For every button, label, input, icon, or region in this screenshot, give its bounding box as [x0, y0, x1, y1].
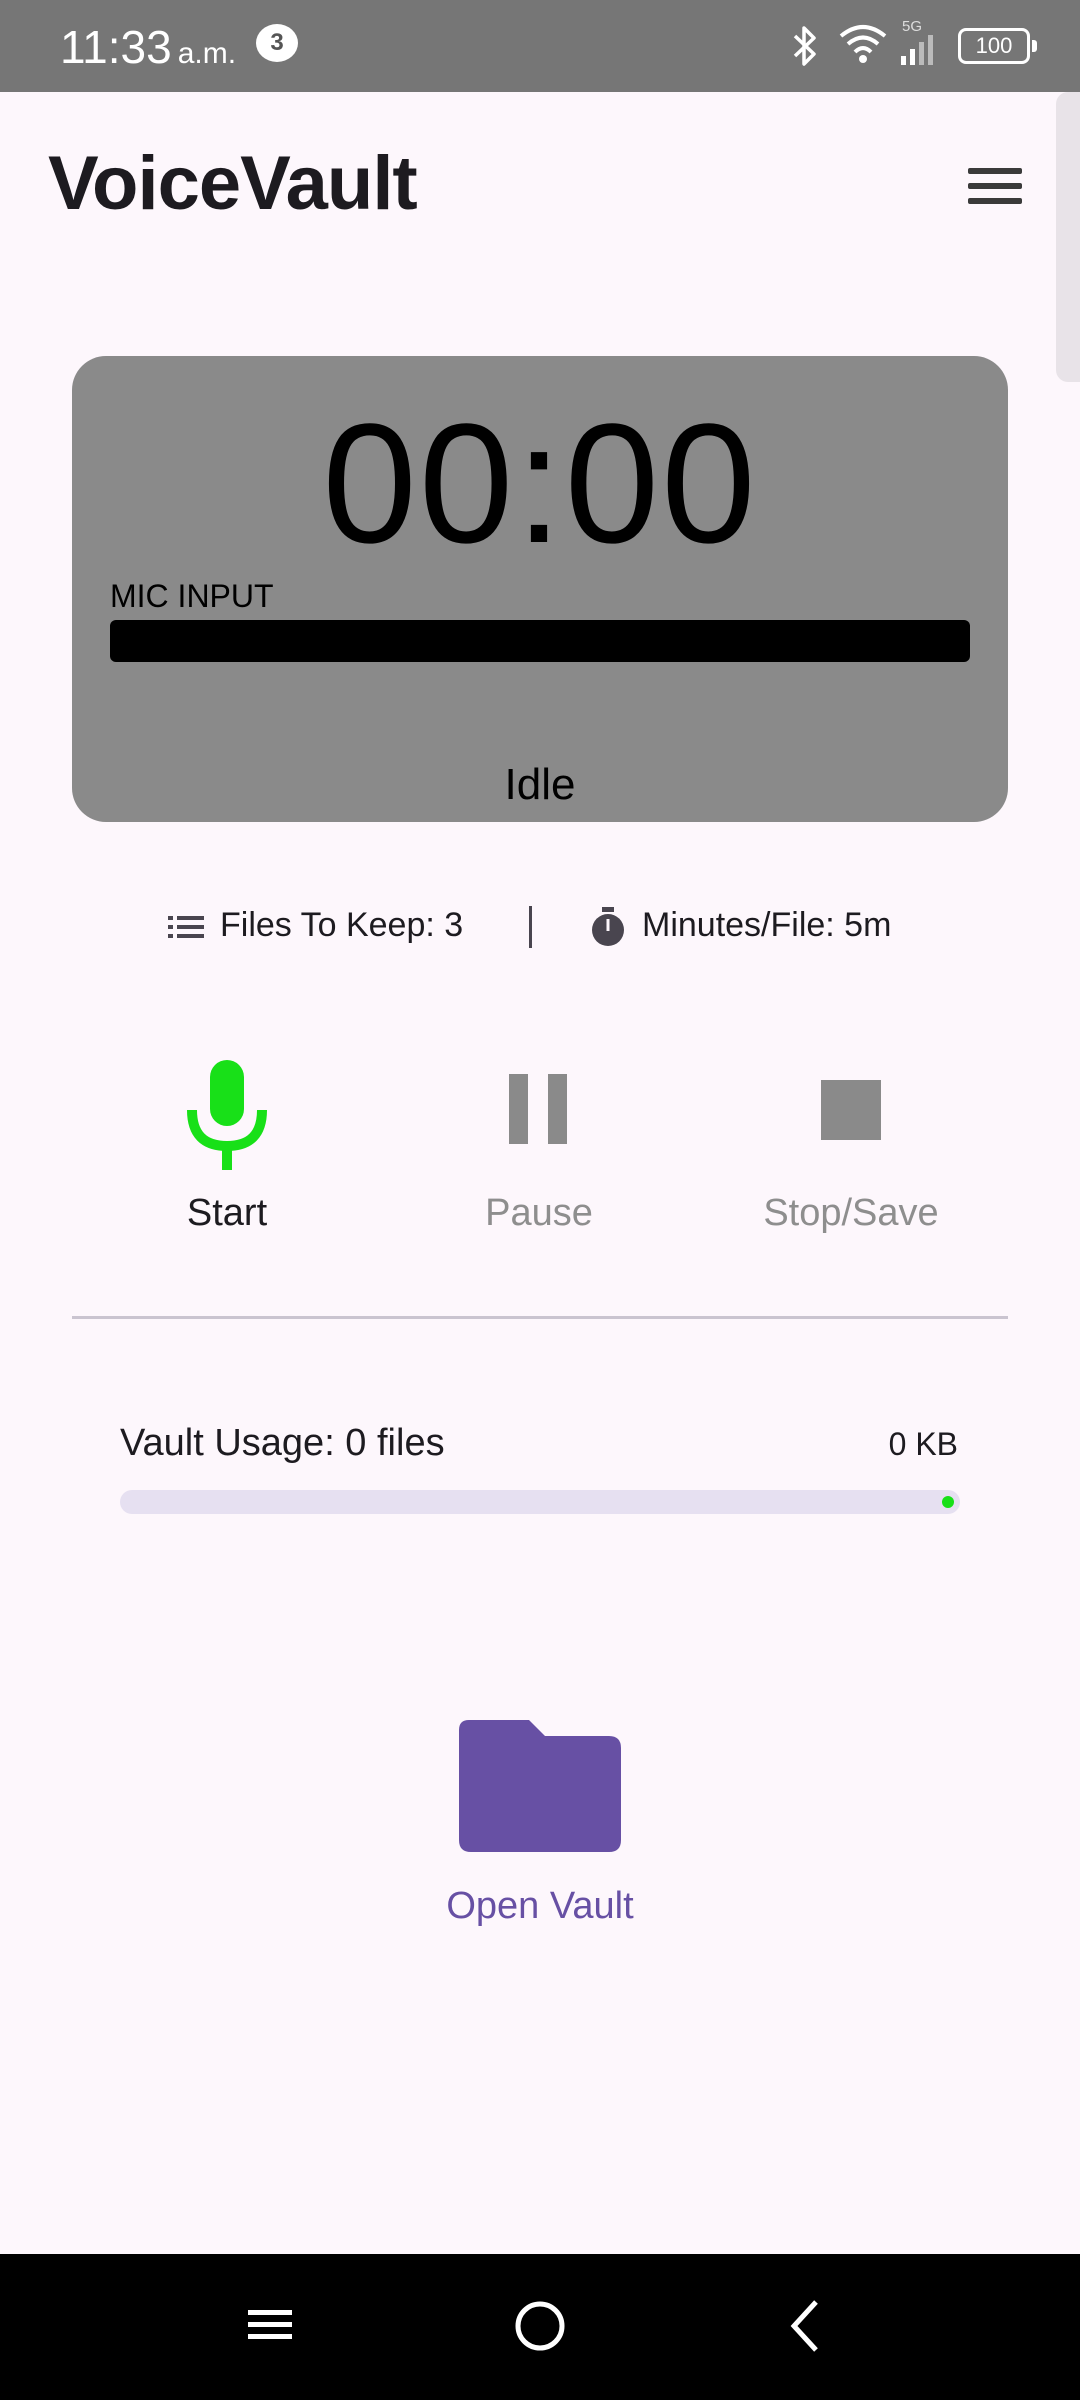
recording-status: Idle	[504, 760, 576, 809]
vault-usage-indicator	[942, 1496, 954, 1508]
system-nav-bar	[0, 2254, 1080, 2400]
pause-button[interactable]: Pause	[389, 1050, 689, 1250]
wifi-icon	[839, 25, 887, 63]
signal-icon	[901, 35, 933, 65]
mic-level-meter	[110, 620, 970, 662]
files-to-keep-label: Files To Keep: 3	[220, 906, 464, 944]
section-divider	[72, 1316, 1008, 1319]
files-to-keep-setting[interactable]: Files To Keep: 3	[168, 906, 463, 945]
stop-icon	[821, 1080, 881, 1140]
recent-apps-icon[interactable]	[244, 2298, 296, 2350]
back-icon[interactable]	[786, 2298, 826, 2354]
battery-icon: 100	[958, 28, 1037, 64]
recorder-card: 00:00 MIC INPUT Idle	[72, 356, 1008, 822]
minutes-per-file-label: Minutes/File: 5m	[642, 906, 892, 944]
vault-usage-bar	[120, 1490, 960, 1514]
app-title: VoiceVault	[48, 141, 418, 226]
stop-save-button[interactable]: Stop/Save	[701, 1050, 1001, 1250]
status-bar: 11:33 a.m. 3 5G 100	[0, 0, 1080, 92]
bluetooth-icon	[793, 26, 816, 66]
vault-usage-label: Vault Usage: 0 files	[120, 1422, 445, 1464]
status-time: 11:33 a.m.	[60, 20, 236, 74]
pause-icon	[509, 1074, 567, 1144]
app-screen: 11:33a.m. 3 5G 100 VoiceVault 00:00 MIC	[0, 0, 1080, 2400]
mic-input-label: MIC INPUT	[110, 578, 274, 614]
status-time-value: 11:33	[60, 21, 172, 73]
start-label: Start	[186, 1192, 268, 1234]
open-vault-button[interactable]: Open Vault	[390, 1720, 690, 1960]
list-icon	[168, 916, 204, 939]
minutes-per-file-setting[interactable]: Minutes/File: 5m	[590, 906, 891, 947]
status-ampm: a.m.	[177, 37, 237, 70]
microphone-icon	[187, 1060, 267, 1170]
vault-usage-size: 0 KB	[888, 1426, 958, 1462]
network-type: 5G	[902, 18, 923, 35]
pause-label: Pause	[485, 1192, 593, 1234]
hamburger-menu-icon[interactable]	[960, 160, 1030, 212]
scrollbar-thumb[interactable]	[1056, 92, 1080, 382]
home-icon[interactable]	[512, 2298, 568, 2354]
settings-separator	[529, 906, 532, 948]
open-vault-label: Open Vault	[446, 1885, 634, 1927]
notification-badge: 3	[256, 24, 298, 62]
start-button[interactable]: Start	[77, 1050, 377, 1250]
recording-timer: 00:00	[322, 389, 758, 579]
settings-row: Files To Keep: 3 Minutes/File: 5m	[0, 900, 1080, 960]
timer-icon	[592, 907, 624, 947]
folder-icon	[459, 1720, 621, 1852]
